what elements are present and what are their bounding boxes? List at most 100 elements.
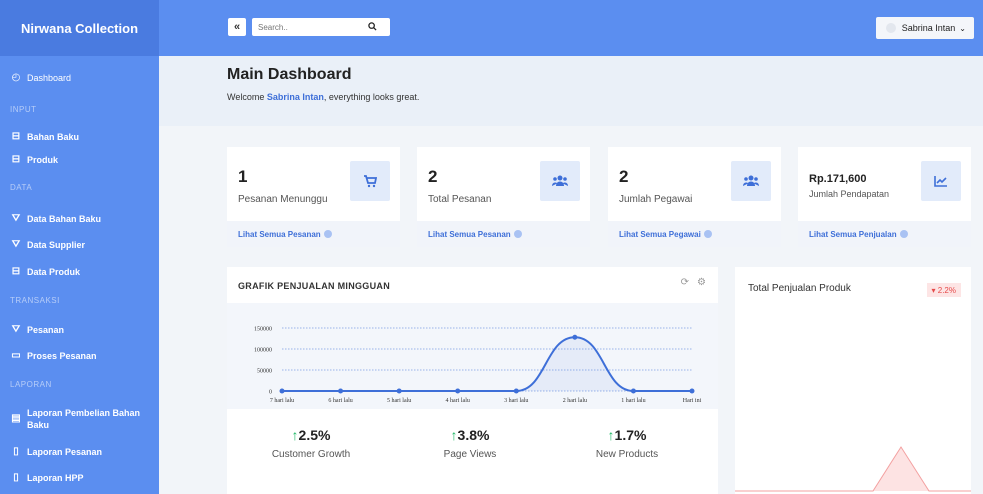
box-icon: ⊟ (11, 131, 21, 142)
sidebar-toggle-button[interactable]: « (228, 18, 246, 36)
arrow-up-icon: ↑ (607, 427, 615, 443)
welcome-suffix: , everything looks great. (323, 92, 420, 102)
metric-value: 2.5% (298, 427, 331, 443)
arrow-up-icon: ↑ (450, 427, 458, 443)
data-point[interactable] (455, 388, 461, 394)
sidebar-item-label: Laporan HPP (27, 472, 84, 483)
x-tick-label: Hari ini (683, 398, 702, 404)
sidebar-item-label-line1: Laporan Pembelian Bahan (27, 408, 141, 418)
stat-card-link[interactable]: Lihat Semua Penjualan (798, 221, 971, 247)
sidebar-item-label: Proses Pesanan (27, 350, 97, 361)
stat-card-jumlah-pegawai: 2 Jumlah Pegawai Lihat Semua Pegawai (608, 147, 781, 247)
x-tick-label: 3 hari lalu (504, 398, 528, 404)
chart-area: 150000 100000 50000 0 7 hari lalu 6 hari lalu… (227, 303, 718, 409)
stat-value: 2 (619, 167, 629, 186)
cart-icon: ⛛ (11, 239, 21, 250)
sidebar-item-bahan-baku[interactable]: ⊟ Bahan Baku (10, 131, 79, 142)
chart-title: GRAFIK PENJUALAN MINGGUAN (238, 281, 391, 291)
users-icon (731, 161, 771, 201)
data-point[interactable] (279, 388, 285, 394)
topbar: « Sabrina Intan ⌄ (159, 0, 983, 56)
sidebar-item-laporan-pesanan[interactable]: ▯ Laporan Pesanan (10, 446, 102, 457)
arrow-circle-icon (703, 230, 712, 238)
stat-link-label: Lihat Semua Pesanan (238, 229, 321, 239)
welcome-username: Sabrina Intan (266, 92, 324, 102)
sidebar-item-data-bahan-baku[interactable]: ⛛ Data Bahan Baku (10, 213, 101, 224)
cart-icon (350, 161, 390, 201)
welcome-text: Welcome Sabrina Intan, everything looks … (227, 92, 419, 102)
sidebar-item-dashboard[interactable]: ◴ Dashboard (10, 72, 71, 83)
stat-link-label: Lihat Semua Penjualan (809, 229, 897, 239)
sidebar-item-laporan-hpp[interactable]: ▯ Laporan HPP (10, 472, 84, 483)
stat-link-label: Lihat Semua Pegawai (619, 229, 701, 239)
stat-label: Total Pesanan (428, 194, 492, 205)
metric-page-views: ↑3.8% Page Views (410, 427, 530, 460)
sidebar-item-label: Data Produk (27, 266, 81, 277)
document-icon: ▯ (13, 472, 19, 483)
metric-label: New Products (595, 449, 659, 460)
sidebar-item-data-supplier[interactable]: ⛛ Data Supplier (10, 239, 85, 250)
search-input[interactable] (258, 22, 368, 32)
y-tick-label: 100000 (254, 348, 272, 354)
data-point[interactable] (513, 388, 519, 394)
stat-card-link[interactable]: Lihat Semua Pegawai (608, 221, 781, 247)
gear-icon[interactable]: ⚙ (697, 277, 706, 288)
page-header: Main Dashboard Welcome Sabrina Intan, ev… (159, 56, 983, 126)
metric-label: Page Views (443, 449, 497, 460)
x-tick-label: 5 hari lalu (387, 398, 411, 404)
x-tick-label: 4 hari lalu (446, 398, 470, 404)
sidebar-item-data-produk[interactable]: ⊟ Data Produk (10, 266, 80, 277)
data-point[interactable] (396, 388, 402, 394)
sidebar-item-label: Pesanan (27, 324, 65, 335)
x-tick-label: 2 hari lalu (563, 398, 587, 404)
data-point[interactable] (338, 388, 344, 394)
metric-value: 1.7% (614, 427, 647, 443)
sidebar-item-label: Laporan Pesanan (27, 446, 103, 457)
folder-icon: ▭ (11, 350, 21, 361)
metric-customer-growth: ↑2.5% Customer Growth (251, 427, 371, 460)
stat-card-jumlah-pendapatan: Rp.171,600 Jumlah Pendapatan Lihat Semua… (798, 147, 971, 247)
stat-card-link[interactable]: Lihat Semua Pesanan (227, 221, 400, 247)
avatar (886, 23, 896, 33)
x-tick-label: 6 hari lalu (328, 398, 352, 404)
sidebar-item-label-line2: Baku (27, 420, 50, 430)
section-transaksi: TRANSAKSI (10, 296, 60, 305)
refresh-icon[interactable]: ⟳ (681, 277, 689, 288)
sidebar-item-laporan-pembelian[interactable]: ▤ Laporan Pembelian Bahan Baku (10, 407, 140, 431)
section-data: DATA (10, 183, 33, 192)
arrow-circle-icon (323, 230, 332, 238)
x-tick-label: 1 hari lalu (621, 398, 645, 404)
sidebar-item-proses-pesanan[interactable]: ▭ Proses Pesanan (10, 350, 97, 361)
brand-logo[interactable]: Nirwana Collection (0, 0, 159, 56)
arrow-up-icon: ↑ (291, 427, 299, 443)
chevron-down-icon: ⌄ (959, 23, 966, 33)
metric-label: Customer Growth (271, 449, 351, 460)
arrow-circle-icon (899, 230, 908, 238)
metric-value: 3.8% (457, 427, 490, 443)
search-box (252, 18, 390, 36)
chart-tools: ⟳ ⚙ (681, 277, 706, 288)
data-point[interactable] (689, 388, 695, 394)
section-input: INPUT (10, 105, 37, 114)
sidebar-item-pesanan[interactable]: ⛛ Pesanan (10, 324, 64, 335)
sidebar: Nirwana Collection ◴ Dashboard INPUT ⊟ B… (0, 0, 159, 494)
box-icon: ⊟ (11, 154, 21, 165)
x-tick-label: 7 hari lalu (270, 398, 294, 404)
user-menu-button[interactable]: Sabrina Intan ⌄ (876, 17, 974, 39)
data-point[interactable] (572, 334, 578, 340)
sidebar-item-label: Produk (27, 154, 59, 165)
metric-new-products: ↑1.7% New Products (567, 427, 687, 460)
stat-card-link[interactable]: Lihat Semua Pesanan (417, 221, 590, 247)
sidebar-item-produk[interactable]: ⊟ Produk (10, 154, 58, 165)
y-tick-label: 50000 (257, 369, 272, 375)
page-title: Main Dashboard (227, 66, 352, 83)
welcome-prefix: Welcome (227, 92, 267, 102)
stat-label: Jumlah Pegawai (619, 194, 693, 205)
trend-icon (921, 161, 961, 201)
search-icon[interactable] (368, 21, 377, 33)
sidebar-item-label: Data Bahan Baku (27, 213, 102, 224)
stat-label: Pesanan Menunggu (238, 194, 328, 205)
y-tick-label: 0 (269, 390, 272, 396)
stat-value: 2 (428, 167, 438, 186)
data-point[interactable] (630, 388, 636, 394)
